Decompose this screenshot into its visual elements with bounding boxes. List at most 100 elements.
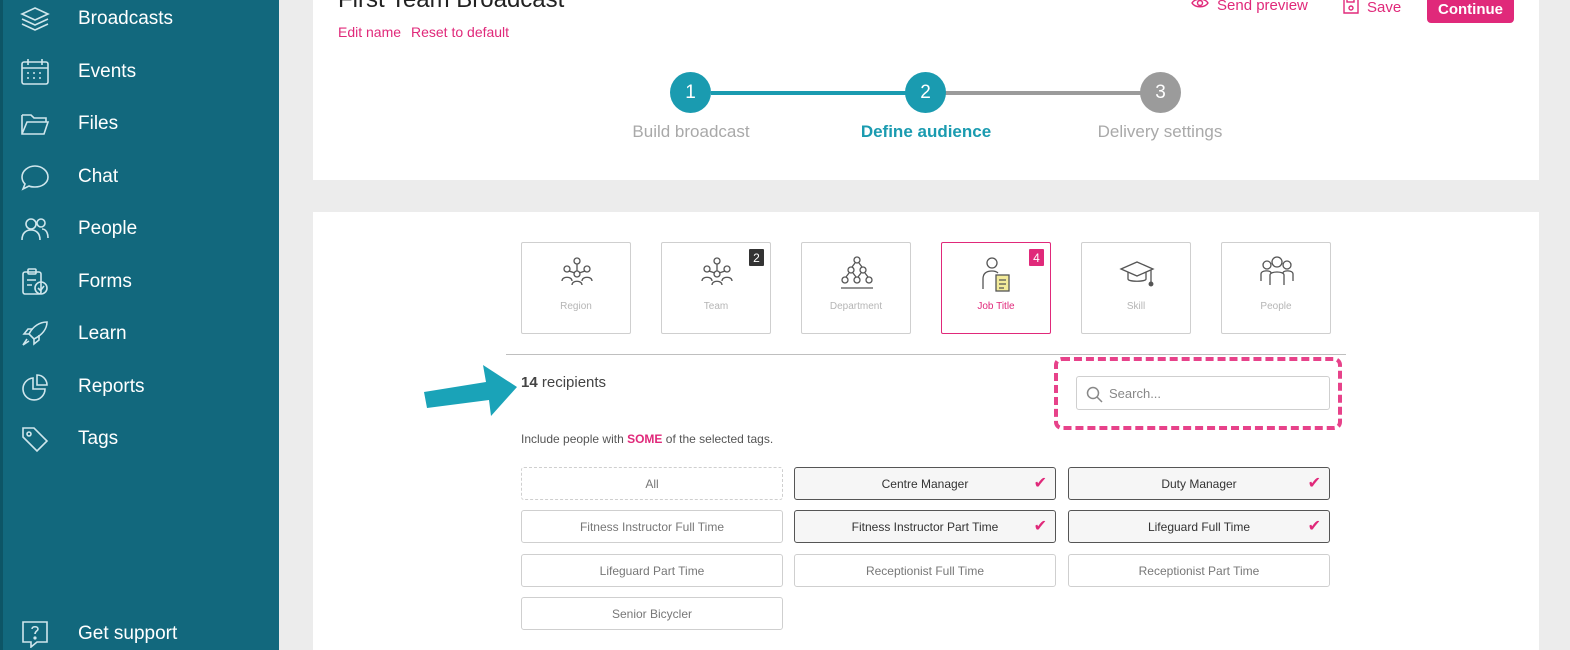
tag-type-label: Skill xyxy=(1126,301,1146,312)
tag-chip-centre-manager[interactable]: Centre Manager ✔ xyxy=(794,467,1056,500)
header-card: First Team Broadcast Edit name Reset to … xyxy=(313,0,1539,180)
tag-type-label: Job Title xyxy=(977,301,1015,312)
checkmark-icon: ✔ xyxy=(1307,518,1321,535)
rocket-icon xyxy=(20,320,50,348)
tag-type-skill[interactable]: Skill xyxy=(1081,242,1191,334)
job-title-icon xyxy=(979,255,1015,293)
checkmark-icon: ✔ xyxy=(1033,518,1047,535)
tag-type-label: Department xyxy=(829,301,883,312)
sidebar-item-reports[interactable]: Reports xyxy=(3,365,282,409)
sidebar-item-events[interactable]: Events xyxy=(3,50,282,94)
eye-icon xyxy=(1191,0,1209,14)
tag-type-count-badge: 2 xyxy=(749,249,764,266)
tag-chip-fitness-instructor-part-time[interactable]: Fitness Instructor Part Time ✔ xyxy=(794,510,1056,543)
stepper-line-upcoming xyxy=(945,91,1159,95)
tag-chip-label: All xyxy=(645,476,659,491)
tag-chip-label: Senior Bicycler xyxy=(611,606,693,621)
save-label: Save xyxy=(1367,0,1402,16)
people-group-icon xyxy=(1259,255,1295,293)
department-icon xyxy=(839,255,875,293)
sidebar-item-people[interactable]: People xyxy=(3,207,282,251)
tag-type-label: Team xyxy=(703,301,729,312)
region-icon xyxy=(559,255,595,293)
include-suffix: of the selected tags. xyxy=(665,432,774,446)
calendar-icon xyxy=(20,58,50,86)
tag-type-department[interactable]: Department xyxy=(801,242,911,334)
checkmark-icon: ✔ xyxy=(1033,475,1047,492)
checkmark-icon: ✔ xyxy=(1307,475,1321,492)
sidebar-item-label: Tags xyxy=(78,428,119,449)
stepper-line-complete xyxy=(711,91,925,95)
sidebar-item-label: Get support xyxy=(78,623,178,644)
sidebar-item-files[interactable]: Files xyxy=(3,102,282,146)
tag-chip-fitness-instructor-full-time[interactable]: Fitness Instructor Full Time xyxy=(521,510,783,543)
sidebar-item-label: Learn xyxy=(78,323,127,344)
step-1-circle[interactable]: 1 xyxy=(670,72,711,113)
sidebar-item-chat[interactable]: Chat xyxy=(3,155,282,199)
include-prefix: Include people with xyxy=(521,432,624,446)
recipients-label: recipients xyxy=(541,374,607,391)
tag-chip-label: Centre Manager xyxy=(881,476,969,491)
tag-chip-receptionist-full-time[interactable]: Receptionist Full Time xyxy=(794,554,1056,587)
layers-icon xyxy=(20,5,50,33)
recipients-count: 14 recipients xyxy=(521,374,606,391)
step-2-label[interactable]: Define audience xyxy=(826,122,1026,142)
sidebar-item-learn[interactable]: Learn xyxy=(3,312,282,356)
clipboard-check-icon xyxy=(20,268,50,296)
sidebar-item-label: Events xyxy=(78,61,137,82)
graduation-cap-icon xyxy=(1119,255,1155,293)
search-field[interactable] xyxy=(1076,376,1330,410)
save-button[interactable]: Save xyxy=(1343,0,1401,18)
sidebar-item-forms[interactable]: Forms xyxy=(3,260,282,304)
tag-type-region[interactable]: Region xyxy=(521,242,631,334)
chat-bubble-icon xyxy=(20,163,50,191)
people-icon xyxy=(20,215,50,243)
sidebar-item-label: Reports xyxy=(78,376,145,397)
step-3-label[interactable]: Delivery settings xyxy=(1060,122,1260,142)
edit-name-link[interactable]: Edit name xyxy=(338,24,401,40)
tag-type-job-title[interactable]: 4 Job Title xyxy=(941,242,1051,334)
tag-chip-all[interactable]: All xyxy=(521,467,783,500)
tag-type-team[interactable]: 2 Team xyxy=(661,242,771,334)
sidebar-item-label: People xyxy=(78,218,138,239)
step-1-label[interactable]: Build broadcast xyxy=(591,122,791,142)
sidebar-item-broadcasts[interactable]: Broadcasts xyxy=(3,0,282,41)
tag-chip-duty-manager[interactable]: Duty Manager ✔ xyxy=(1068,467,1330,500)
include-mode-keyword[interactable]: SOME xyxy=(627,432,662,446)
send-preview-label: Send preview xyxy=(1217,0,1308,14)
send-preview-button[interactable]: Send preview xyxy=(1191,0,1308,14)
sidebar-item-tags[interactable]: Tags xyxy=(3,417,282,461)
audience-card: Region 2 Team Department 4 Job Title Ski… xyxy=(313,212,1539,650)
tag-chip-label: Fitness Instructor Full Time xyxy=(579,519,725,534)
help-icon xyxy=(20,620,50,649)
include-instructions: Include people with SOME of the selected… xyxy=(521,432,773,446)
search-input[interactable] xyxy=(1109,381,1319,405)
tag-type-label: Region xyxy=(560,301,592,312)
step-3-circle[interactable]: 3 xyxy=(1140,72,1181,113)
tag-type-count-badge: 4 xyxy=(1029,249,1044,266)
tag-chip-label: Receptionist Part Time xyxy=(1138,563,1260,578)
sidebar-item-get-support[interactable]: Get support xyxy=(3,612,282,650)
tag-chip-senior-bicycler[interactable]: Senior Bicycler xyxy=(521,597,783,630)
tag-type-label: People xyxy=(1260,301,1292,312)
save-icon xyxy=(1343,0,1359,18)
step-2-circle[interactable]: 2 xyxy=(905,72,946,113)
tag-chip-label: Lifeguard Part Time xyxy=(599,563,705,578)
search-icon xyxy=(1086,386,1103,403)
sidebar-item-label: Files xyxy=(78,113,119,134)
sidebar-item-label: Broadcasts xyxy=(78,8,174,29)
tag-chip-label: Fitness Instructor Part Time xyxy=(851,519,999,534)
reset-default-link[interactable]: Reset to default xyxy=(411,24,509,40)
tag-chip-lifeguard-part-time[interactable]: Lifeguard Part Time xyxy=(521,554,783,587)
section-divider xyxy=(506,354,1346,355)
pie-chart-icon xyxy=(20,373,50,401)
tag-chip-label: Receptionist Full Time xyxy=(865,563,985,578)
sidebar-item-label: Chat xyxy=(78,166,119,187)
tag-type-people[interactable]: People xyxy=(1221,242,1331,334)
page-title: First Team Broadcast xyxy=(338,0,564,14)
tag-chip-receptionist-part-time[interactable]: Receptionist Part Time xyxy=(1068,554,1330,587)
tag-chip-label: Duty Manager xyxy=(1161,476,1237,491)
continue-button[interactable]: Continue xyxy=(1427,0,1514,23)
tag-chip-lifeguard-full-time[interactable]: Lifeguard Full Time ✔ xyxy=(1068,510,1330,543)
folder-icon xyxy=(20,110,50,138)
